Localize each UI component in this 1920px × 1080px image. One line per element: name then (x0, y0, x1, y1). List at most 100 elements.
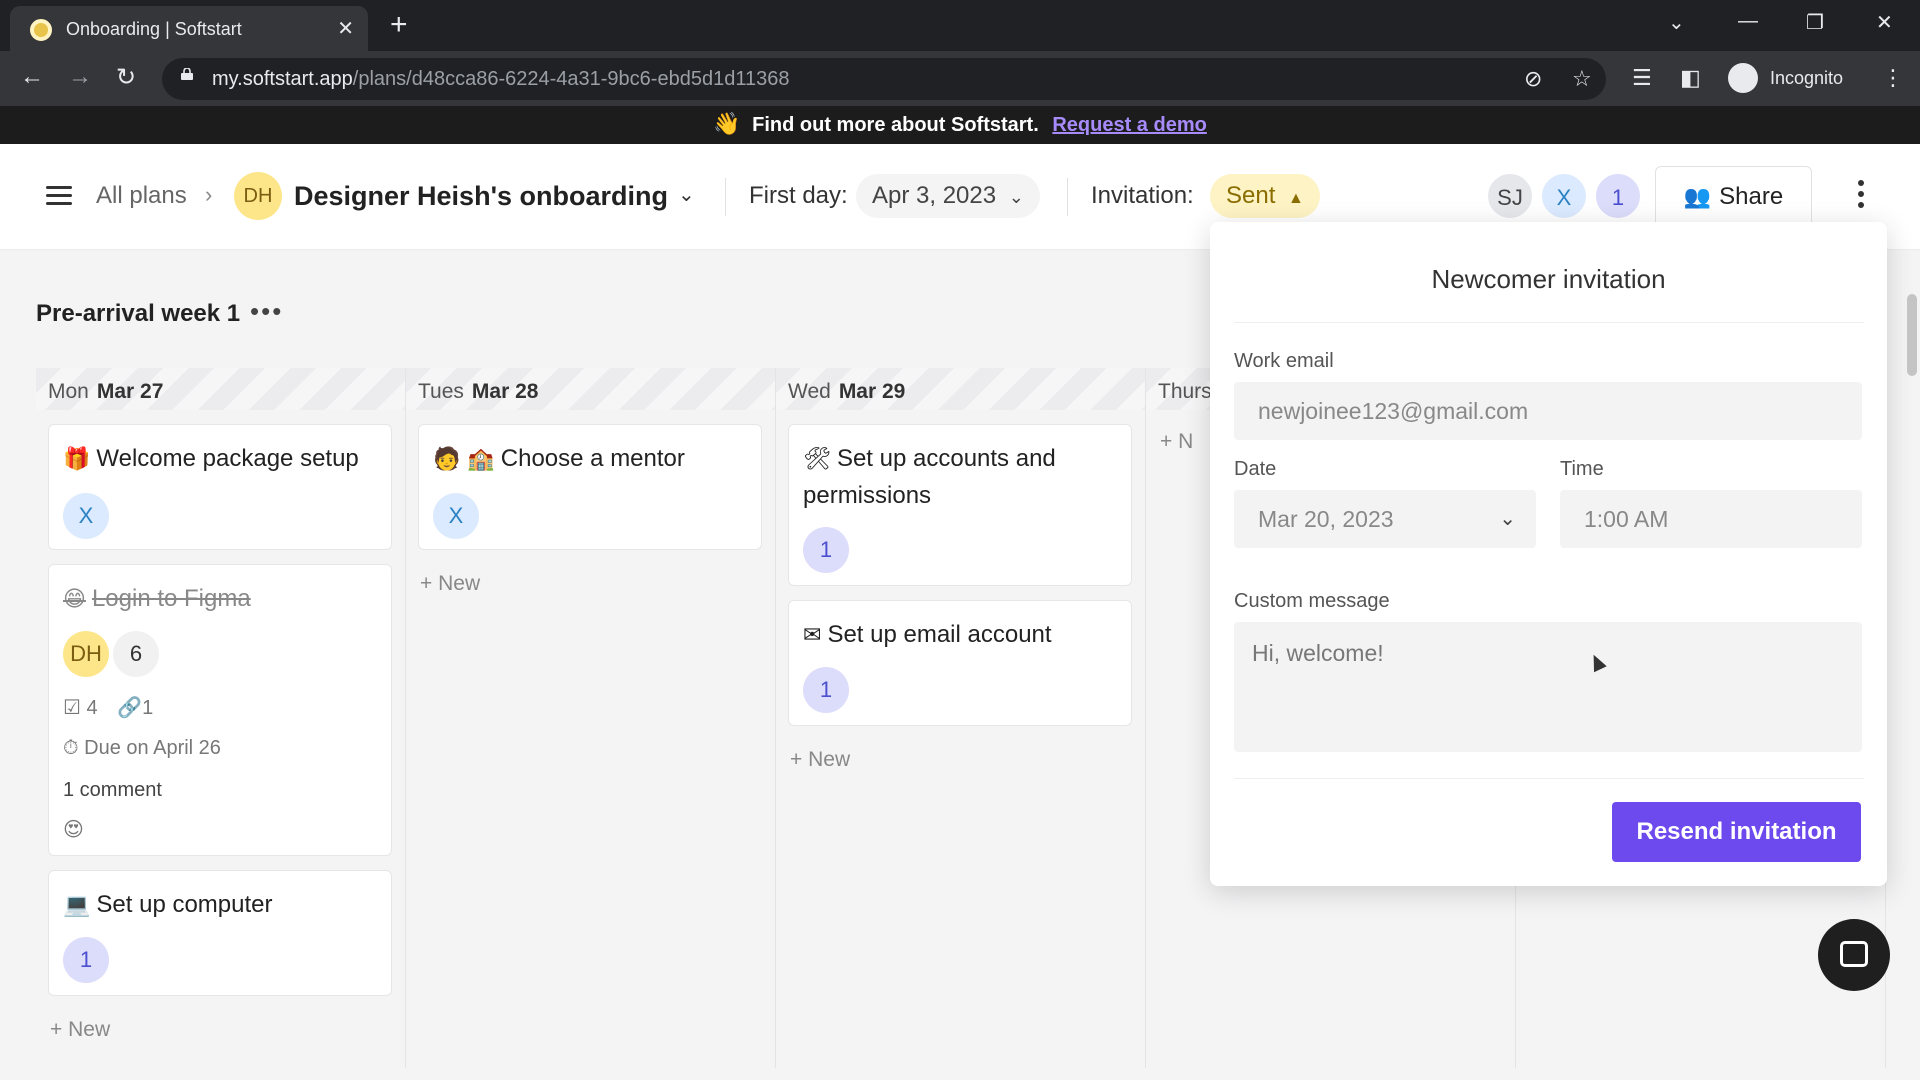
side-panel-icon[interactable]: ◧ (1680, 65, 1701, 91)
resend-invitation-button[interactable]: Resend invitation (1612, 802, 1861, 862)
task-card-setup-computer[interactable]: 💻 Set up computer 1 (48, 870, 392, 996)
date-label: Date (1234, 458, 1277, 480)
clock-icon: ⏱ (63, 737, 79, 759)
task-card-setup-email[interactable]: ✉ Set up email account 1 (788, 600, 1132, 726)
task-title: 🧑 🏫 Choose a mentor (433, 445, 685, 472)
comment-count[interactable]: 1 comment (63, 779, 162, 802)
assignee-avatar[interactable]: 1 (803, 667, 849, 713)
assignee-count[interactable]: 6 (113, 631, 159, 677)
first-day-picker[interactable]: Apr 3, 2023 ⌄ (856, 174, 1040, 218)
time-label: Time (1560, 458, 1604, 480)
day-name: Tues Mar 28 (418, 380, 539, 403)
browser-menu-icon[interactable]: ⋮ (1882, 65, 1904, 91)
close-window-icon[interactable]: ✕ (1876, 10, 1893, 35)
people-icon: 👥 (1683, 184, 1712, 209)
page-scrollbar[interactable] (1907, 294, 1917, 376)
address-bar[interactable]: my.softstart.app/plans/d48cca86-6224-4a3… (162, 58, 1606, 100)
share-button[interactable]: 👥 Share (1655, 166, 1812, 228)
new-task-button[interactable]: + New (790, 748, 850, 772)
task-title: 🎁 Welcome package setup (63, 445, 359, 472)
assignee-avatar[interactable]: 1 (63, 937, 109, 983)
work-email-label: Work email (1234, 350, 1334, 372)
first-day-value: Apr 3, 2023 (872, 182, 997, 209)
chevron-up-icon: ▲ (1288, 190, 1304, 207)
incognito-label: Incognito (1770, 68, 1844, 88)
bookmark-star-icon[interactable]: ☆ (1572, 66, 1592, 92)
chevron-down-icon: ⌄ (1008, 187, 1024, 207)
new-task-button[interactable]: + N (1160, 430, 1193, 454)
minimize-window-icon[interactable]: — (1738, 10, 1758, 33)
reload-icon[interactable]: ↻ (116, 63, 136, 92)
task-card-choose-mentor[interactable]: 🧑 🏫 Choose a mentor X (418, 424, 762, 550)
assignee-avatar[interactable]: DH (63, 631, 109, 677)
date-select[interactable]: Mar 20, 2023 ⌄ (1234, 490, 1536, 548)
restore-window-icon[interactable]: ❐ (1806, 10, 1824, 35)
member-avatar-x[interactable]: X (1540, 172, 1588, 220)
back-icon[interactable]: ← (20, 63, 44, 91)
date-value: Mar 20, 2023 (1258, 506, 1394, 532)
laptop-icon: 💻 (63, 893, 91, 918)
breadcrumb-all-plans[interactable]: All plans (96, 182, 187, 210)
divider (1234, 778, 1864, 779)
browser-tab[interactable]: Onboarding | Softstart ✕ (10, 6, 368, 51)
tracking-protection-icon[interactable]: ⊘ (1524, 66, 1542, 92)
tab-title: Onboarding | Softstart (66, 19, 242, 39)
custom-message-textarea[interactable]: Hi, welcome! (1234, 622, 1862, 752)
support-chat-button[interactable] (1818, 919, 1890, 991)
chat-icon (1840, 941, 1868, 967)
menu-icon[interactable] (46, 186, 72, 206)
link-count: 1 (142, 697, 154, 719)
url-text: my.softstart.app/plans/d48cca86-6224-4a3… (212, 68, 790, 90)
close-tab-icon[interactable]: ✕ (337, 16, 354, 41)
plan-title[interactable]: Designer Heish's onboarding (294, 181, 668, 212)
plan-avatar: DH (234, 172, 282, 220)
day-column-header: Wed Mar 29 (776, 368, 1145, 410)
newcomer-invitation-popover: Newcomer invitation Work email newjoinee… (1210, 222, 1887, 886)
media-control-icon[interactable]: ☰ (1632, 65, 1652, 91)
task-card-welcome-package[interactable]: 🎁 Welcome package setup X (48, 424, 392, 550)
task-card-setup-accounts[interactable]: 🛠 Set up accounts and permissions 1 (788, 424, 1132, 586)
assignee-avatar[interactable]: X (433, 493, 479, 539)
chevron-down-icon: ⌄ (1499, 508, 1516, 530)
time-field[interactable]: 1:00 AM (1560, 490, 1862, 548)
invitation-status-button[interactable]: Sent ▲ (1210, 174, 1320, 218)
day-name: Wed Mar 29 (788, 380, 906, 403)
more-options-icon[interactable] (1858, 180, 1866, 213)
task-title: ✉ Set up email account (803, 621, 1052, 648)
checklist-count: 4 (86, 697, 98, 719)
envelope-icon: ✉ (803, 623, 822, 648)
member-avatar-1[interactable]: 1 (1594, 172, 1642, 220)
work-email-field[interactable]: newjoinee123@gmail.com (1234, 382, 1862, 440)
reaction-icon[interactable]: 😍 (63, 817, 84, 842)
popover-title: Newcomer invitation (1431, 264, 1666, 294)
invitation-status: Sent (1226, 182, 1276, 209)
day-column-header: Tues Mar 28 (406, 368, 775, 410)
smile-icon: 😄 (63, 587, 86, 612)
tab-search-chevron-icon[interactable]: ⌄ (1668, 10, 1685, 35)
assignee-avatar[interactable]: X (63, 493, 109, 539)
new-tab-icon[interactable]: + (390, 8, 408, 42)
divider (1067, 178, 1068, 216)
request-demo-link[interactable]: Request a demo (1052, 114, 1206, 136)
day-column-tues: Tues Mar 28 🧑 🏫 Choose a mentor X + New (406, 368, 776, 1068)
week-more-icon[interactable]: ••• (250, 296, 283, 327)
tools-icon: 🛠 (803, 447, 831, 472)
assignee-avatar[interactable]: 1 (803, 527, 849, 573)
forward-icon[interactable]: → (68, 63, 92, 91)
task-title: 🛠 Set up accounts and permissions (803, 445, 1056, 509)
member-avatar-sj[interactable]: SJ (1486, 172, 1534, 220)
task-title: 💻 Set up computer (63, 891, 273, 918)
incognito-indicator[interactable]: Incognito (1722, 59, 1857, 97)
new-task-button[interactable]: + New (420, 572, 480, 596)
day-column-mon: Mon Mar 27 🎁 Welcome package setup X 😄 Logi… (36, 368, 406, 1068)
banner-text: Find out more about Softstart. (752, 114, 1039, 136)
divider (1234, 322, 1864, 323)
chevron-down-icon[interactable]: ⌄ (678, 182, 695, 207)
incognito-icon (1728, 63, 1758, 93)
task-card-login-figma[interactable]: 😄 Login to Figma DH 6 ☑ 4 🔗1 ⏱ Due on Apr… (48, 564, 392, 856)
day-name: Mon Mar 27 (48, 380, 164, 403)
new-task-button[interactable]: + New (50, 1018, 110, 1042)
gift-icon: 🎁 (63, 447, 91, 472)
softstart-favicon-icon (30, 19, 52, 41)
chevron-right-icon: › (205, 182, 213, 207)
